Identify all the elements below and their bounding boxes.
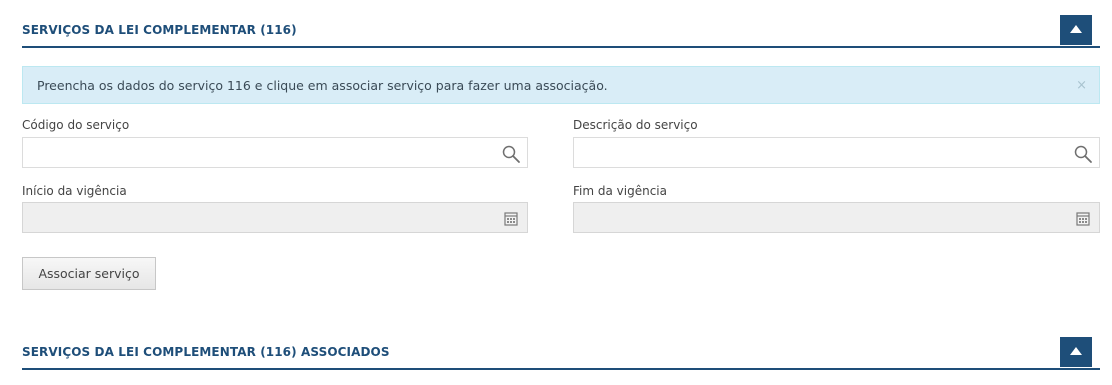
calendar-icon[interactable] [1073, 209, 1093, 229]
fim-input [574, 203, 1060, 232]
inicio-label: Início da vigência [22, 184, 127, 198]
search-icon[interactable] [1073, 144, 1093, 164]
calendar-icon[interactable] [501, 209, 521, 229]
associate-service-button[interactable]: Associar serviço [22, 257, 156, 290]
codigo-field[interactable] [22, 137, 528, 168]
page: SERVIÇOS DA LEI COMPLEMENTAR (116) Preen… [0, 0, 1112, 385]
codigo-input[interactable] [23, 138, 509, 167]
fim-field [573, 202, 1100, 233]
alert-message: Preencha os dados do serviço 116 e cliqu… [37, 78, 608, 93]
fim-label: Fim da vigência [573, 184, 667, 198]
section-title: SERVIÇOS DA LEI COMPLEMENTAR (116) ASSOC… [22, 345, 390, 359]
collapse-button[interactable] [1060, 337, 1092, 367]
collapse-button[interactable] [1060, 15, 1092, 45]
descricao-input[interactable] [574, 138, 1060, 167]
close-icon[interactable]: × [1076, 78, 1087, 93]
section-header-associated-services: SERVIÇOS DA LEI COMPLEMENTAR (116) ASSOC… [22, 337, 1100, 370]
chevron-up-icon [1070, 347, 1082, 355]
section-header-services: SERVIÇOS DA LEI COMPLEMENTAR (116) [22, 15, 1100, 48]
descricao-label: Descrição do serviço [573, 118, 698, 132]
chevron-up-icon [1070, 25, 1082, 33]
inicio-field [22, 202, 528, 233]
info-alert: Preencha os dados do serviço 116 e cliqu… [22, 66, 1100, 104]
descricao-field[interactable] [573, 137, 1100, 168]
inicio-input [23, 203, 509, 232]
codigo-label: Código do serviço [22, 118, 130, 132]
section-title: SERVIÇOS DA LEI COMPLEMENTAR (116) [22, 23, 297, 37]
search-icon[interactable] [501, 144, 521, 164]
